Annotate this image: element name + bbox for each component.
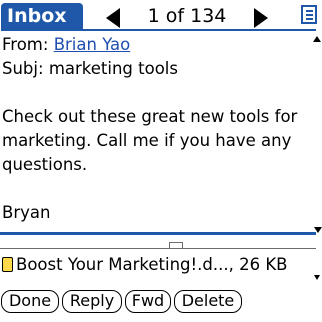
attachment-divider: [0, 248, 316, 249]
forward-button[interactable]: Fwd: [125, 290, 171, 313]
menu-line: [306, 14, 313, 16]
from-label: From:: [2, 35, 49, 54]
body-line: marketing. Call me if you have any: [2, 131, 292, 150]
attachment-item[interactable]: Boost Your Marketing!.d..., 26 KB: [2, 254, 287, 276]
subject-label: Subj:: [2, 59, 44, 78]
menu-line: [306, 10, 313, 12]
signature: Bryan: [2, 203, 51, 222]
subject-line: Subj: marketing tools: [2, 57, 310, 81]
next-message-arrow-icon[interactable]: [254, 8, 268, 28]
app-title[interactable]: Inbox: [1, 3, 83, 30]
message-counter: 1 of 134: [147, 5, 227, 27]
body-divider: [0, 232, 316, 235]
attachment-note-icon: [2, 257, 13, 272]
attachment-scroll-down-icon[interactable]: [314, 275, 320, 280]
title-bar: Inbox 1 of 134: [0, 0, 322, 32]
resize-handle[interactable]: [169, 242, 183, 249]
menu-line: [306, 18, 313, 20]
delete-button[interactable]: Delete: [174, 290, 242, 313]
reply-button[interactable]: Reply: [62, 290, 122, 313]
subject-text: marketing tools: [48, 59, 178, 78]
message-body[interactable]: From: Brian Yao Subj: marketing tools Ch…: [2, 33, 310, 230]
attachment-label: Boost Your Marketing!.d..., 26 KB: [16, 255, 288, 274]
previous-message-arrow-icon[interactable]: [106, 8, 120, 28]
menu-list-icon[interactable]: [301, 5, 317, 24]
title-underline: [1, 29, 316, 31]
scroll-up-arrow-icon[interactable]: [313, 36, 321, 42]
sender-link[interactable]: Brian Yao: [54, 35, 131, 54]
done-button[interactable]: Done: [1, 290, 59, 313]
body-line: Check out these great new tools for: [2, 107, 298, 126]
from-line: From: Brian Yao: [2, 33, 310, 57]
body-line: questions.: [2, 155, 88, 174]
